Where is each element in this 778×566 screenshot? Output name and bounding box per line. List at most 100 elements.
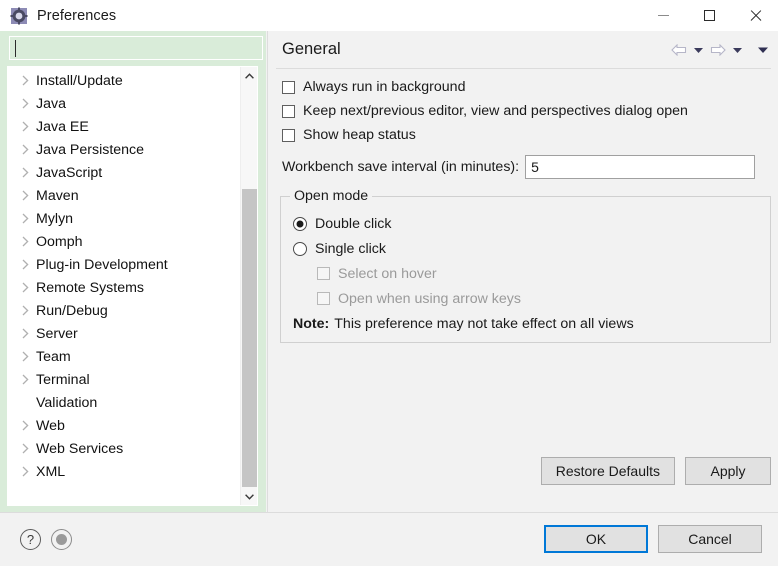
footer-buttons: OK Cancel xyxy=(544,525,762,553)
view-menu-icon[interactable] xyxy=(755,40,771,60)
chevron-right-icon[interactable] xyxy=(16,420,34,431)
sidebar-item-java-persistence[interactable]: Java Persistence xyxy=(8,138,242,161)
sidebar-item-validation[interactable]: Validation xyxy=(8,391,242,414)
radio-label: Double click xyxy=(315,215,392,232)
workbench-save-interval-input[interactable] xyxy=(525,155,756,179)
radio-row[interactable]: Double click xyxy=(293,211,760,236)
chevron-right-icon[interactable] xyxy=(16,98,34,109)
sidebar-item-xml[interactable]: XML xyxy=(8,460,242,483)
chevron-right-icon[interactable] xyxy=(16,259,34,270)
chevron-right-icon[interactable] xyxy=(16,144,34,155)
sidebar-item-java[interactable]: Java xyxy=(8,92,242,115)
chevron-right-icon[interactable] xyxy=(16,305,34,316)
chevron-right-icon[interactable] xyxy=(16,190,34,201)
sidebar-item-oomph[interactable]: Oomph xyxy=(8,230,242,253)
sidebar-item-web-services[interactable]: Web Services xyxy=(8,437,242,460)
checkbox-label: Open when using arrow keys xyxy=(338,290,521,307)
sidebar-item-label: Oomph xyxy=(36,233,83,250)
tree-item-list: Install/Update Java Java EE Java Persistenc… xyxy=(8,67,242,505)
scrollbar-thumb[interactable] xyxy=(242,189,257,487)
chevron-right-icon[interactable] xyxy=(16,121,34,132)
close-icon[interactable] xyxy=(732,0,778,31)
chevron-right-icon[interactable] xyxy=(16,282,34,293)
checkbox-icon[interactable] xyxy=(282,104,295,118)
footer-icons: ? xyxy=(20,529,72,550)
sidebar-item-remote-systems[interactable]: Remote Systems xyxy=(8,276,242,299)
general-options-group: Always run in background Keep next/previo… xyxy=(268,75,778,147)
checkbox-row[interactable]: Keep next/previous editor, view and pers… xyxy=(282,99,778,123)
sidebar-item-maven[interactable]: Maven xyxy=(8,184,242,207)
sidebar-item-label: Plug-in Development xyxy=(36,256,168,273)
search-input[interactable] xyxy=(10,37,262,59)
sidebar-item-install-update[interactable]: Install/Update xyxy=(8,69,242,92)
sidebar-item-label: Web xyxy=(36,417,65,434)
sidebar-item-label: Web Services xyxy=(36,440,124,457)
scroll-down-icon[interactable] xyxy=(241,488,257,505)
window-controls xyxy=(640,0,778,31)
chevron-right-icon[interactable] xyxy=(16,351,34,362)
sidebar-item-web[interactable]: Web xyxy=(8,414,242,437)
sidebar-item-label: XML xyxy=(36,463,66,480)
sidebar-item-label: Team xyxy=(36,348,71,365)
chevron-right-icon[interactable] xyxy=(16,236,34,247)
scroll-up-icon[interactable] xyxy=(241,67,257,84)
chevron-right-icon[interactable] xyxy=(16,328,34,339)
help-icon[interactable]: ? xyxy=(20,529,41,550)
sidebar-item-plug-in-development[interactable]: Plug-in Development xyxy=(8,253,242,276)
preferences-tree: Install/Update Java Java EE Java Persistenc… xyxy=(7,66,258,506)
chevron-right-icon[interactable] xyxy=(16,374,34,385)
sidebar-item-mylyn[interactable]: Mylyn xyxy=(8,207,242,230)
forward-dropdown-icon[interactable] xyxy=(730,40,745,60)
restore-defaults-button[interactable]: Restore Defaults xyxy=(540,457,675,485)
page-body: Always run in background Keep next/previo… xyxy=(268,75,778,495)
chevron-right-icon[interactable] xyxy=(16,466,34,477)
sidebar-item-label: Java xyxy=(36,95,66,112)
minimize-icon[interactable] xyxy=(640,0,686,31)
filter-box[interactable] xyxy=(9,36,263,60)
radio-icon[interactable] xyxy=(293,241,307,256)
sidebar-item-team[interactable]: Team xyxy=(8,345,242,368)
cancel-button[interactable]: Cancel xyxy=(658,525,762,553)
sidebar-item-label: Maven xyxy=(36,187,79,204)
chevron-right-icon[interactable] xyxy=(16,443,34,454)
sidebar-item-label: Validation xyxy=(36,394,98,411)
checkbox-label: Keep next/previous editor, view and pers… xyxy=(303,103,688,119)
sidebar-item-label: JavaScript xyxy=(36,164,103,181)
header-divider xyxy=(276,68,771,69)
workbench-save-interval-row: Workbench save interval (in minutes): xyxy=(282,154,778,180)
open-mode-radio-list: Double click Single click xyxy=(291,211,760,261)
radio-row[interactable]: Single click xyxy=(293,236,760,261)
checkbox-icon[interactable] xyxy=(282,80,295,94)
checkbox-row[interactable]: Show heap status xyxy=(282,123,778,147)
preferences-gear-icon xyxy=(10,7,28,25)
sidebar-item-label: Mylyn xyxy=(36,210,74,227)
back-dropdown-icon[interactable] xyxy=(691,40,706,60)
checkbox-row[interactable]: Always run in background xyxy=(282,75,778,99)
maximize-icon[interactable] xyxy=(686,0,732,31)
workbench-save-interval-label: Workbench save interval (in minutes): xyxy=(282,159,520,175)
sidebar-item-run-debug[interactable]: Run/Debug xyxy=(8,299,242,322)
record-circle-icon[interactable] xyxy=(51,529,72,550)
radio-icon[interactable] xyxy=(293,216,307,231)
chevron-right-icon[interactable] xyxy=(16,167,34,178)
sidebar-item-java-ee[interactable]: Java EE xyxy=(8,115,242,138)
chevron-right-icon[interactable] xyxy=(16,75,34,86)
sidebar-item-terminal[interactable]: Terminal xyxy=(8,368,242,391)
sidebar-item-label: Remote Systems xyxy=(36,279,145,296)
forward-arrow-icon[interactable] xyxy=(708,40,728,60)
preferences-sidebar: Install/Update Java Java EE Java Persistenc… xyxy=(0,31,266,512)
page-title: General xyxy=(282,40,341,58)
back-arrow-icon[interactable] xyxy=(669,40,689,60)
chevron-right-icon[interactable] xyxy=(16,213,34,224)
checkbox-icon[interactable] xyxy=(282,128,295,142)
apply-button[interactable]: Apply xyxy=(685,457,771,485)
tree-scrollbar[interactable] xyxy=(240,67,257,505)
ok-button[interactable]: OK xyxy=(544,525,648,553)
sidebar-item-server[interactable]: Server xyxy=(8,322,242,345)
open-mode-legend: Open mode xyxy=(290,188,373,204)
note-label: Note: xyxy=(293,316,330,332)
sidebar-item-javascript[interactable]: JavaScript xyxy=(8,161,242,184)
dialog-footer: ? OK Cancel xyxy=(0,512,778,566)
sidebar-item-label: Server xyxy=(36,325,78,342)
checkbox-label: Select on hover xyxy=(338,265,437,282)
